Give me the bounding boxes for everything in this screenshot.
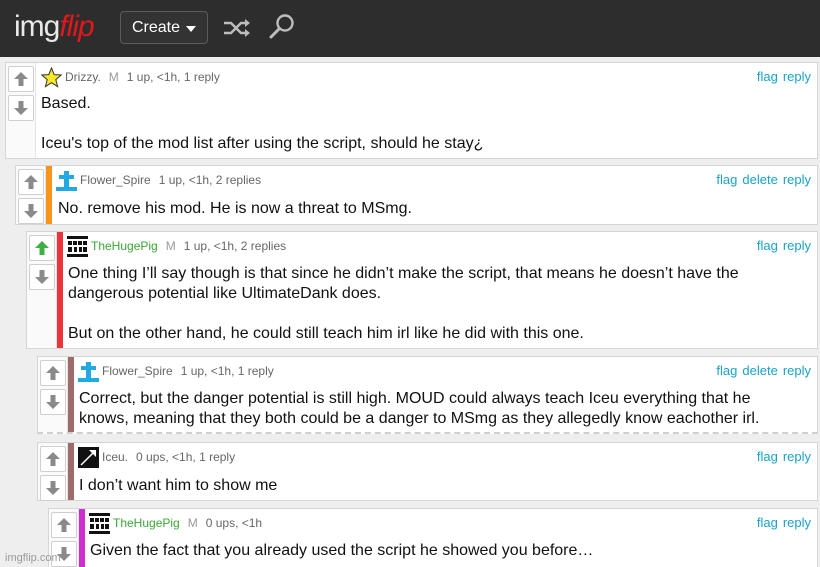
- shuffle-icon[interactable]: [222, 15, 252, 41]
- arrow-up-icon: [35, 241, 49, 255]
- flag-link[interactable]: flag: [757, 69, 778, 84]
- upvote-button-active[interactable]: [29, 235, 55, 261]
- comment-actions: flag delete reply: [711, 363, 811, 379]
- username-link[interactable]: Flower_Spire: [102, 363, 173, 379]
- arrow-down-icon: [35, 270, 49, 284]
- top-navbar: imgflip Create: [0, 0, 820, 57]
- thread-depth-bar: [68, 357, 74, 432]
- comment-meta: 1 up, <1h, 1 reply: [180, 364, 274, 378]
- imgflip-logo[interactable]: imgflip: [14, 9, 95, 45]
- arrow-up-icon: [46, 366, 60, 380]
- comment: Iceu. 0 ups, <1h, 1 reply flag reply I don…: [37, 442, 818, 501]
- flag-link[interactable]: flag: [757, 238, 778, 253]
- upvote-button[interactable]: [18, 169, 44, 195]
- pixel-avatar-icon[interactable]: [67, 236, 88, 257]
- cross-avatar-icon[interactable]: [78, 361, 99, 382]
- username-link[interactable]: TheHugePig: [113, 515, 180, 531]
- caret-down-icon: [186, 26, 196, 32]
- thread-depth-bar: [68, 443, 74, 500]
- comment-header: Drizzy. M 1 up, <1h, 1 reply: [41, 67, 220, 88]
- comment-text: No. remove his mod. He is now a threat t…: [58, 200, 412, 217]
- delete-link[interactable]: delete: [742, 172, 777, 187]
- flag-link[interactable]: flag: [716, 172, 737, 187]
- arrow-up-icon: [24, 175, 38, 189]
- arrow-down-icon: [46, 481, 60, 495]
- downvote-button[interactable]: [18, 198, 44, 224]
- comment: Flower_Spire 1 up, <1h, 1 reply flag delet…: [37, 356, 818, 434]
- comment-text: Given the fact that you already used the…: [90, 542, 594, 559]
- arrow-up-icon: [14, 72, 28, 86]
- upvote-button[interactable]: [40, 360, 66, 386]
- star-avatar-icon[interactable]: [41, 67, 62, 88]
- comment-header: Flower_Spire 1 up, <1h, 1 reply: [78, 361, 274, 382]
- search-icon[interactable]: [268, 13, 296, 41]
- thread-depth-bar: [57, 232, 63, 348]
- vote-column: [27, 232, 57, 348]
- thread-depth-bar: [46, 166, 52, 224]
- comment-meta: 1 up, <1h, 2 replies: [183, 239, 287, 253]
- reply-link[interactable]: reply: [783, 449, 811, 464]
- cross-avatar-icon[interactable]: [56, 170, 77, 191]
- reply-link[interactable]: reply: [783, 238, 811, 253]
- comment-header: TheHugePig M 0 ups, <1h: [89, 513, 263, 534]
- comment-actions: flag reply: [752, 69, 811, 85]
- arrow-down-icon: [24, 204, 38, 218]
- comment-header: Iceu. 0 ups, <1h, 1 reply: [78, 447, 236, 468]
- flag-link[interactable]: flag: [757, 515, 778, 530]
- pixel-avatar-icon[interactable]: [89, 513, 110, 534]
- comment-actions: flag reply: [752, 238, 811, 254]
- arrow-avatar-icon[interactable]: [78, 447, 99, 468]
- comment-actions: flag reply: [752, 515, 811, 531]
- reply-link[interactable]: reply: [783, 172, 811, 187]
- imgflip-watermark: imgflip.com: [5, 552, 61, 564]
- arrow-down-icon: [14, 101, 28, 115]
- thread-depth-bar: [79, 509, 85, 567]
- upvote-button[interactable]: [40, 446, 66, 472]
- comment: TheHugePig M 1 up, <1h, 2 replies flag repl…: [26, 231, 818, 349]
- username-link[interactable]: TheHugePig: [91, 238, 158, 254]
- comment-meta: 1 up, <1h, 2 replies: [158, 173, 262, 187]
- comment-text: One thing I’ll say though is that since …: [68, 265, 739, 342]
- username-link[interactable]: Iceu.: [102, 449, 128, 465]
- arrow-up-icon: [46, 452, 60, 466]
- upvote-button[interactable]: [51, 512, 77, 538]
- comment-header: TheHugePig M 1 up, <1h, 2 replies: [67, 236, 287, 257]
- upvote-button[interactable]: [8, 66, 34, 92]
- vote-column: [38, 357, 68, 432]
- vote-column: [38, 443, 68, 501]
- comment-header: Flower_Spire 1 up, <1h, 2 replies: [56, 170, 262, 191]
- reply-link[interactable]: reply: [783, 363, 811, 378]
- comment: Drizzy. M 1 up, <1h, 1 reply flag reply Bas…: [5, 62, 818, 159]
- comment: TheHugePig M 0 ups, <1h flag reply Given th…: [48, 508, 818, 567]
- downvote-button[interactable]: [40, 475, 66, 501]
- mod-badge: M: [187, 516, 198, 530]
- comment-text: Based. Iceu's top of the mod list after …: [41, 95, 484, 152]
- delete-link[interactable]: delete: [742, 363, 777, 378]
- flag-link[interactable]: flag: [757, 449, 778, 464]
- comment-text: I don’t want him to show me: [79, 477, 278, 494]
- arrow-up-icon: [57, 518, 71, 532]
- comment-meta: 0 ups, <1h, 1 reply: [136, 450, 236, 464]
- reply-link[interactable]: reply: [783, 69, 811, 84]
- vote-column: [16, 166, 46, 224]
- arrow-down-icon: [46, 395, 60, 409]
- vote-column: [6, 63, 36, 158]
- username-link[interactable]: Drizzy.: [65, 69, 101, 85]
- comment-text: Correct, but the danger potential is sti…: [79, 390, 760, 427]
- comment-actions: flag reply: [752, 449, 811, 465]
- comment-meta: 0 ups, <1h: [205, 516, 263, 530]
- comment-actions: flag delete reply: [711, 172, 811, 188]
- mod-badge: M: [108, 70, 119, 84]
- reply-link[interactable]: reply: [783, 515, 811, 530]
- downvote-button[interactable]: [29, 264, 55, 290]
- username-link[interactable]: Flower_Spire: [80, 172, 151, 188]
- comment: Flower_Spire 1 up, <1h, 2 replies flag del…: [15, 165, 818, 225]
- flag-link[interactable]: flag: [716, 363, 737, 378]
- mod-badge: M: [165, 239, 176, 253]
- downvote-button[interactable]: [40, 389, 66, 415]
- create-button[interactable]: Create: [120, 11, 208, 44]
- comment-meta: 1 up, <1h, 1 reply: [126, 70, 220, 84]
- downvote-button[interactable]: [8, 95, 34, 121]
